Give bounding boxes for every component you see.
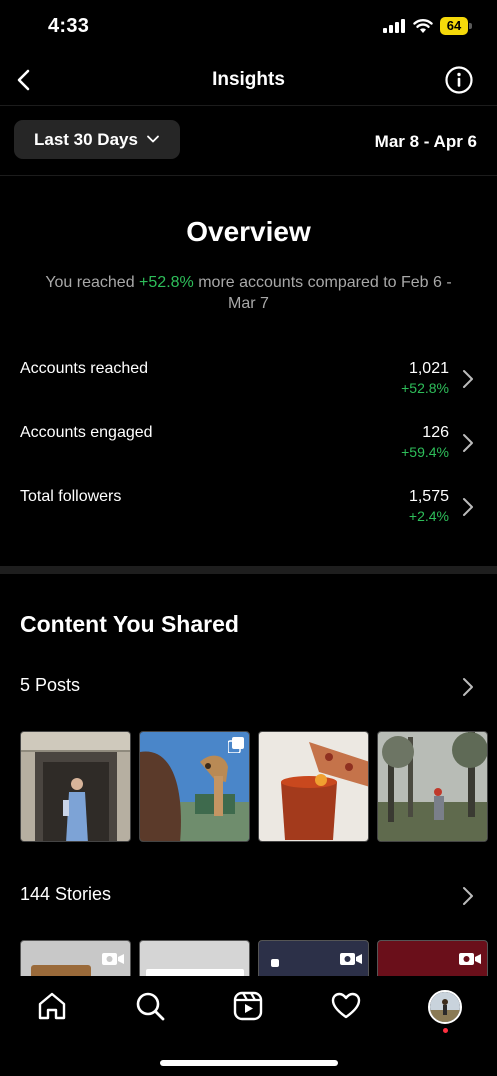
profile-avatar[interactable]	[428, 990, 462, 1024]
posts-carousel	[20, 731, 497, 843]
metric-label: Total followers	[20, 488, 122, 505]
tab-bar	[0, 976, 497, 1076]
chevron-down-icon	[147, 135, 159, 143]
post-image	[378, 732, 487, 841]
stories-label: 144 Stories	[20, 884, 112, 904]
home-indicator	[160, 1060, 338, 1066]
date-range-text: Mar 8 - Apr 6	[374, 132, 477, 151]
post-thumbnail[interactable]	[377, 731, 488, 842]
section-divider	[0, 566, 497, 574]
video-icon	[459, 953, 481, 965]
info-icon[interactable]	[444, 65, 474, 95]
overview-title: Overview	[186, 216, 311, 247]
metric-label: Accounts engaged	[20, 424, 153, 441]
metric-value: 1,575	[408, 488, 449, 505]
video-icon	[102, 953, 124, 965]
page-title: Insights	[212, 69, 285, 90]
chevron-right-icon	[463, 887, 473, 905]
avatar-image	[430, 992, 460, 1022]
metric-total-followers[interactable]: Total followers 1,575 +2.4%	[0, 484, 497, 536]
reels-icon[interactable]	[232, 990, 264, 1022]
metric-accounts-engaged[interactable]: Accounts engaged 126 +59.4%	[0, 420, 497, 472]
post-thumbnail[interactable]	[20, 731, 131, 842]
battery-level: 64	[440, 17, 468, 35]
posts-header[interactable]: 5 Posts	[0, 672, 497, 702]
chevron-right-icon	[463, 678, 473, 696]
overview-summary: You reached +52.8% more accounts compare…	[40, 272, 457, 314]
summary-highlight: +52.8%	[139, 274, 194, 291]
search-icon[interactable]	[134, 990, 166, 1022]
heart-icon[interactable]	[330, 990, 362, 1022]
date-range-dropdown[interactable]: Last 30 Days	[14, 120, 180, 159]
stories-carousel	[20, 940, 497, 976]
header: Insights	[0, 54, 497, 106]
chevron-right-icon	[463, 370, 473, 388]
post-image	[21, 732, 130, 841]
metric-label: Accounts reached	[20, 360, 149, 377]
summary-prefix: You reached	[45, 274, 140, 291]
video-icon	[340, 953, 362, 965]
post-image	[259, 732, 368, 841]
metric-value: 126	[422, 424, 449, 441]
story-thumbnail[interactable]	[20, 940, 131, 976]
post-thumbnail[interactable]	[258, 731, 369, 842]
home-icon[interactable]	[36, 990, 68, 1022]
date-range-label: Last 30 Days	[34, 130, 138, 149]
metric-change: +52.8%	[401, 380, 449, 396]
chevron-right-icon	[463, 498, 473, 516]
notification-dot	[443, 1028, 448, 1033]
posts-label: 5 Posts	[20, 675, 81, 695]
wifi-icon	[413, 19, 433, 33]
metric-accounts-reached[interactable]: Accounts reached 1,021 +52.8%	[0, 356, 497, 408]
cellular-signal-icon	[383, 19, 405, 33]
summary-suffix: more accounts compared to Feb 6 - Mar 7	[193, 274, 452, 312]
story-thumbnail[interactable]	[139, 940, 250, 976]
battery-icon: 64	[440, 17, 472, 35]
story-thumbnail[interactable]	[377, 940, 488, 976]
date-filter-row: Last 30 Days Mar 8 - Apr 6	[0, 106, 497, 176]
status-bar: 4:33 64	[0, 0, 497, 54]
metric-change: +2.4%	[408, 508, 449, 524]
carousel-icon	[228, 737, 244, 753]
post-thumbnail[interactable]	[139, 731, 250, 842]
metric-change: +59.4%	[401, 444, 449, 460]
content-section-title: Content You Shared	[20, 611, 239, 637]
status-time: 4:33	[48, 15, 90, 37]
metric-value: 1,021	[408, 360, 449, 377]
story-thumbnail[interactable]	[258, 940, 369, 976]
chevron-right-icon	[463, 434, 473, 452]
stories-header[interactable]: 144 Stories	[0, 881, 497, 911]
